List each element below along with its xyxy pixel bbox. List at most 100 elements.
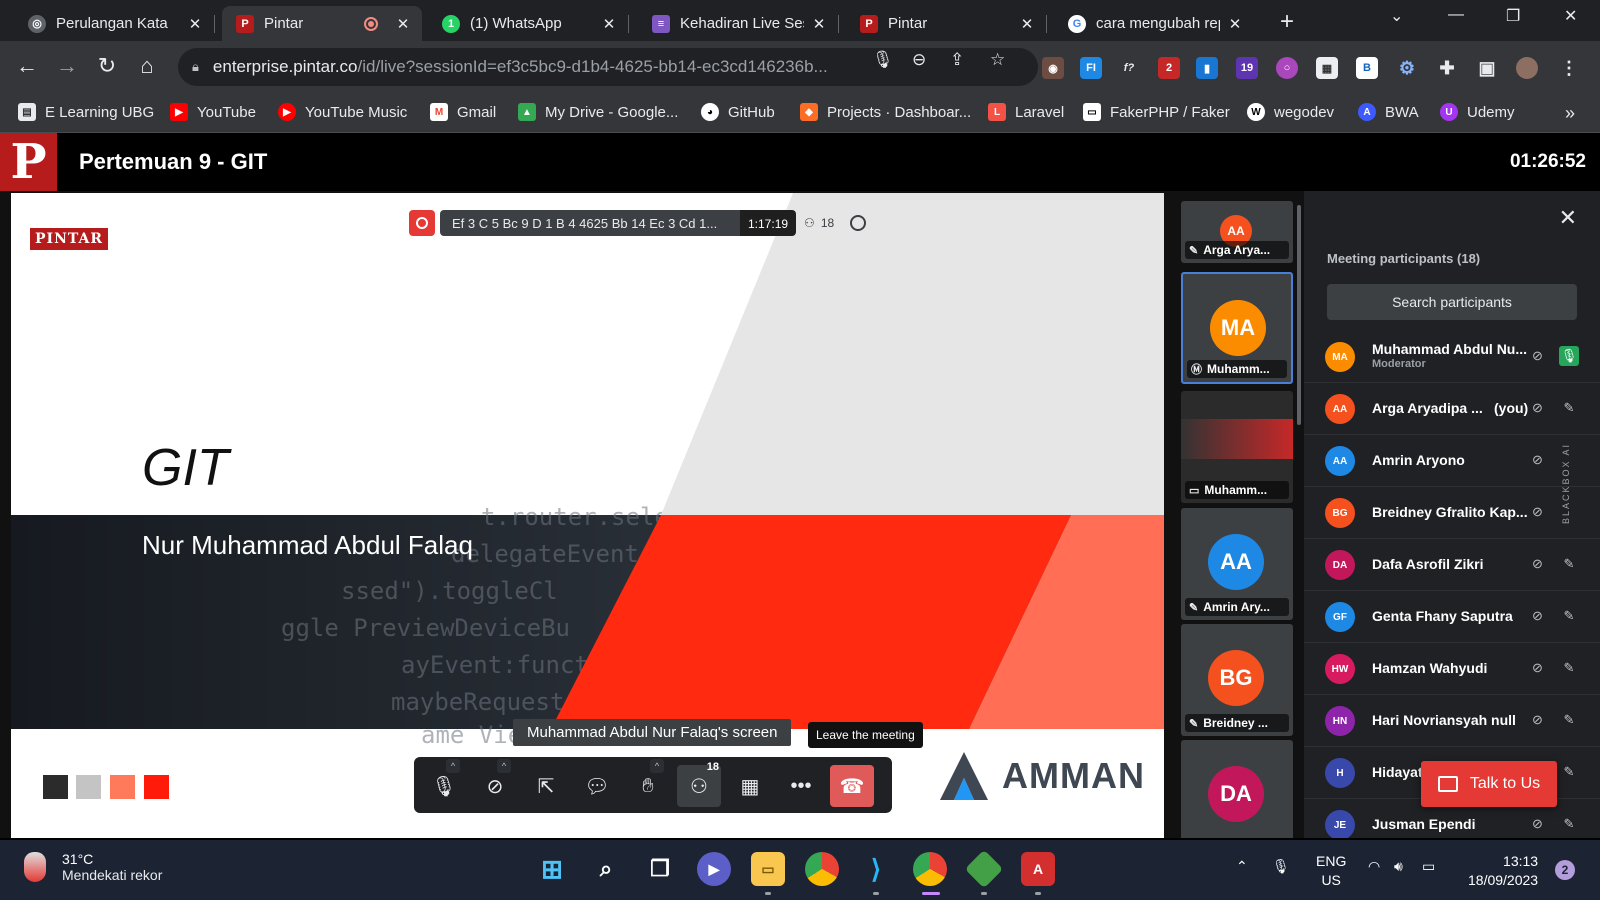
extension-icon[interactable]: ○ [1276, 57, 1298, 79]
filmstrip-scrollbar[interactable] [1297, 205, 1301, 425]
participants-button[interactable]: ⚇ 18 [677, 761, 721, 807]
participant-row[interactable]: GF Genta Fhany Saputra ⊘ ✎ [1304, 591, 1600, 643]
chat-button[interactable]: 💬︎ [575, 765, 619, 807]
profile-avatar[interactable] [1516, 57, 1538, 79]
close-window-button[interactable]: ✕ [1564, 6, 1577, 26]
bookmark-youtube[interactable]: ▶ YouTube [170, 103, 256, 121]
bookmark-elearning[interactable]: ▤ E Learning UBG [18, 103, 154, 121]
close-icon[interactable]: ✕ [1226, 15, 1244, 33]
participant-row[interactable]: AA Amrin Aryono ⊘ [1304, 435, 1600, 487]
bookmark-udemy[interactable]: U Udemy [1440, 103, 1515, 121]
blackbox-side-tab[interactable]: BLACKBOX AI [1561, 423, 1589, 543]
tab-perulangan-kata[interactable]: ◎ Perulangan Kata ✕ [14, 6, 215, 41]
teams-icon[interactable]: ▶ [697, 852, 731, 886]
participant-tile[interactable]: DA [1181, 740, 1293, 838]
bookmark-star-icon[interactable]: ☆ [990, 50, 1005, 70]
close-icon[interactable]: ✕ [1018, 15, 1036, 33]
bookmark-bwa[interactable]: A BWA [1358, 103, 1419, 121]
participant-row[interactable]: AA Arga Aryadipa ... (you) ⊘ ✎ [1304, 383, 1600, 435]
talk-to-us-button[interactable]: Talk to Us [1421, 761, 1557, 807]
clock[interactable]: 13:13 18/09/2023 [1468, 852, 1538, 890]
chevron-up-icon[interactable]: ⌃ [1236, 858, 1248, 875]
close-icon[interactable]: ✕ [394, 15, 412, 33]
mic-options-chevron[interactable]: ^ [446, 759, 460, 773]
git-client-icon[interactable] [964, 849, 1004, 889]
file-explorer-icon[interactable]: ▭ [751, 852, 785, 886]
camera-options-chevron[interactable]: ^ [497, 759, 511, 773]
share-screen-button[interactable]: ⇱ [524, 765, 568, 807]
extension-icon[interactable]: 2 [1158, 57, 1180, 79]
lock-icon[interactable]: 🔒︎ [192, 59, 199, 75]
weather-widget[interactable]: 31°C Mendekati rekor [24, 851, 162, 883]
mic-icon[interactable]: 🎙︎ [872, 50, 894, 70]
close-icon[interactable]: ✕ [810, 15, 828, 33]
puzzle-icon[interactable]: ✚ [1436, 57, 1458, 79]
minimize-button[interactable]: — [1448, 6, 1464, 24]
participant-tile[interactable]: BG ✎ Breidney ... [1181, 624, 1293, 736]
reactions-chevron[interactable]: ^ [650, 759, 664, 773]
participant-tile[interactable]: AA ✎ Arga Arya... [1181, 201, 1293, 263]
chrome-profile-icon[interactable] [913, 852, 947, 886]
battery-icon[interactable]: ▭ [1422, 858, 1435, 875]
bookmark-faker[interactable]: ▭ FakerPHP / Faker [1083, 103, 1230, 121]
bookmark-github[interactable]: ◕ GitHub [701, 103, 775, 121]
address-bar[interactable]: 🔒︎ enterprise.pintar.co /id/live?session… [178, 48, 1038, 86]
forward-icon[interactable]: → [53, 53, 81, 79]
close-icon[interactable]: ✕ [1559, 205, 1577, 231]
extension-icon[interactable]: FI [1080, 57, 1102, 79]
extension-icon[interactable]: 19 [1236, 57, 1258, 79]
participant-row[interactable]: BG Breidney Gfralito Kap... ⊘ [1304, 487, 1600, 539]
leave-meeting-button[interactable]: ☎︎ [830, 765, 874, 807]
acrobat-icon[interactable]: A [1021, 852, 1055, 886]
tile-view-button[interactable]: ▦ [728, 765, 772, 807]
pintar-logo[interactable]: P [0, 133, 57, 191]
extension-icon[interactable]: B [1356, 57, 1378, 79]
gear-icon[interactable]: ⚙ [1396, 57, 1418, 79]
participant-row[interactable]: HW Hamzan Wahyudi ⊘ ✎ [1304, 643, 1600, 695]
new-tab-button[interactable]: + [1280, 8, 1294, 36]
notification-badge[interactable]: 2 [1555, 860, 1575, 880]
close-icon[interactable]: ✕ [186, 15, 204, 33]
more-bookmarks-button[interactable]: » [1565, 103, 1575, 124]
record-icon[interactable] [409, 210, 435, 236]
close-icon[interactable]: ✕ [600, 15, 618, 33]
bookmark-wegodev[interactable]: Wwegodev [1247, 103, 1334, 121]
search-participants-input[interactable]: Search participants [1327, 284, 1577, 320]
extension-icon[interactable]: ◉ [1042, 57, 1064, 79]
task-view-icon[interactable]: ❐ [643, 852, 677, 886]
back-icon[interactable]: ← [13, 53, 41, 79]
extension-icon[interactable]: f? [1118, 57, 1140, 79]
home-icon[interactable]: ⌂ [133, 53, 161, 79]
bookmark-gitlab[interactable]: ◆ Projects · Dashboar... [800, 103, 971, 121]
tab-pintar-2[interactable]: P Pintar ✕ [846, 6, 1047, 41]
bookmark-youtube-music[interactable]: ▶ YouTube Music [278, 103, 407, 121]
tab-search-icon[interactable]: ⌄ [1390, 6, 1403, 26]
chrome-icon[interactable] [805, 852, 839, 886]
participant-tile[interactable]: AA ✎ Amrin Ary... [1181, 508, 1293, 620]
tab-whatsapp[interactable]: 1 (1) WhatsApp ✕ [428, 6, 629, 41]
bookmark-gmail[interactable]: M Gmail [430, 103, 496, 121]
more-options-button[interactable]: ••• [779, 765, 823, 807]
tab-kehadiran[interactable]: ≡ Kehadiran Live Sess ✕ [638, 6, 839, 41]
restore-button[interactable]: ❐ [1506, 6, 1520, 26]
mic-icon[interactable]: 🎙︎ [1272, 858, 1290, 875]
volume-icon[interactable]: 🔊︎ [1394, 858, 1403, 875]
participant-tile-speaking[interactable]: MA Ⓜ Muhamm... [1181, 272, 1293, 384]
language-indicator[interactable]: ENG US [1316, 852, 1346, 890]
search-icon[interactable]: ⌕ [589, 852, 623, 886]
start-icon[interactable]: ⊞ [535, 852, 569, 886]
bookmark-laravel[interactable]: L Laravel [988, 103, 1064, 121]
tab-google-search[interactable]: G cara mengubah rep ✕ [1054, 6, 1254, 41]
participant-tile-screen[interactable]: ▭ Muhamm... [1181, 391, 1293, 503]
tab-pintar-active[interactable]: P Pintar ✕ [222, 6, 422, 41]
share-icon[interactable]: ⇪ [950, 50, 964, 70]
zoom-icon[interactable]: ⊖ [912, 50, 926, 70]
speed-icon[interactable] [850, 215, 867, 231]
extension-icon[interactable]: ▦ [1316, 57, 1338, 79]
participant-row[interactable]: HN Hari Novriansyah null ⊘ ✎ [1304, 695, 1600, 747]
menu-icon[interactable]: ⋮ [1558, 57, 1580, 79]
participant-row[interactable]: MA Muhammad Abdul Nu... Moderator ⊘ 🎙︎ [1304, 331, 1600, 383]
sidepanel-icon[interactable]: ▣ [1476, 57, 1498, 79]
participant-row[interactable]: DA Dafa Asrofil Zikri ⊘ ✎ [1304, 539, 1600, 591]
vscode-icon[interactable]: ⟩ [859, 852, 893, 886]
